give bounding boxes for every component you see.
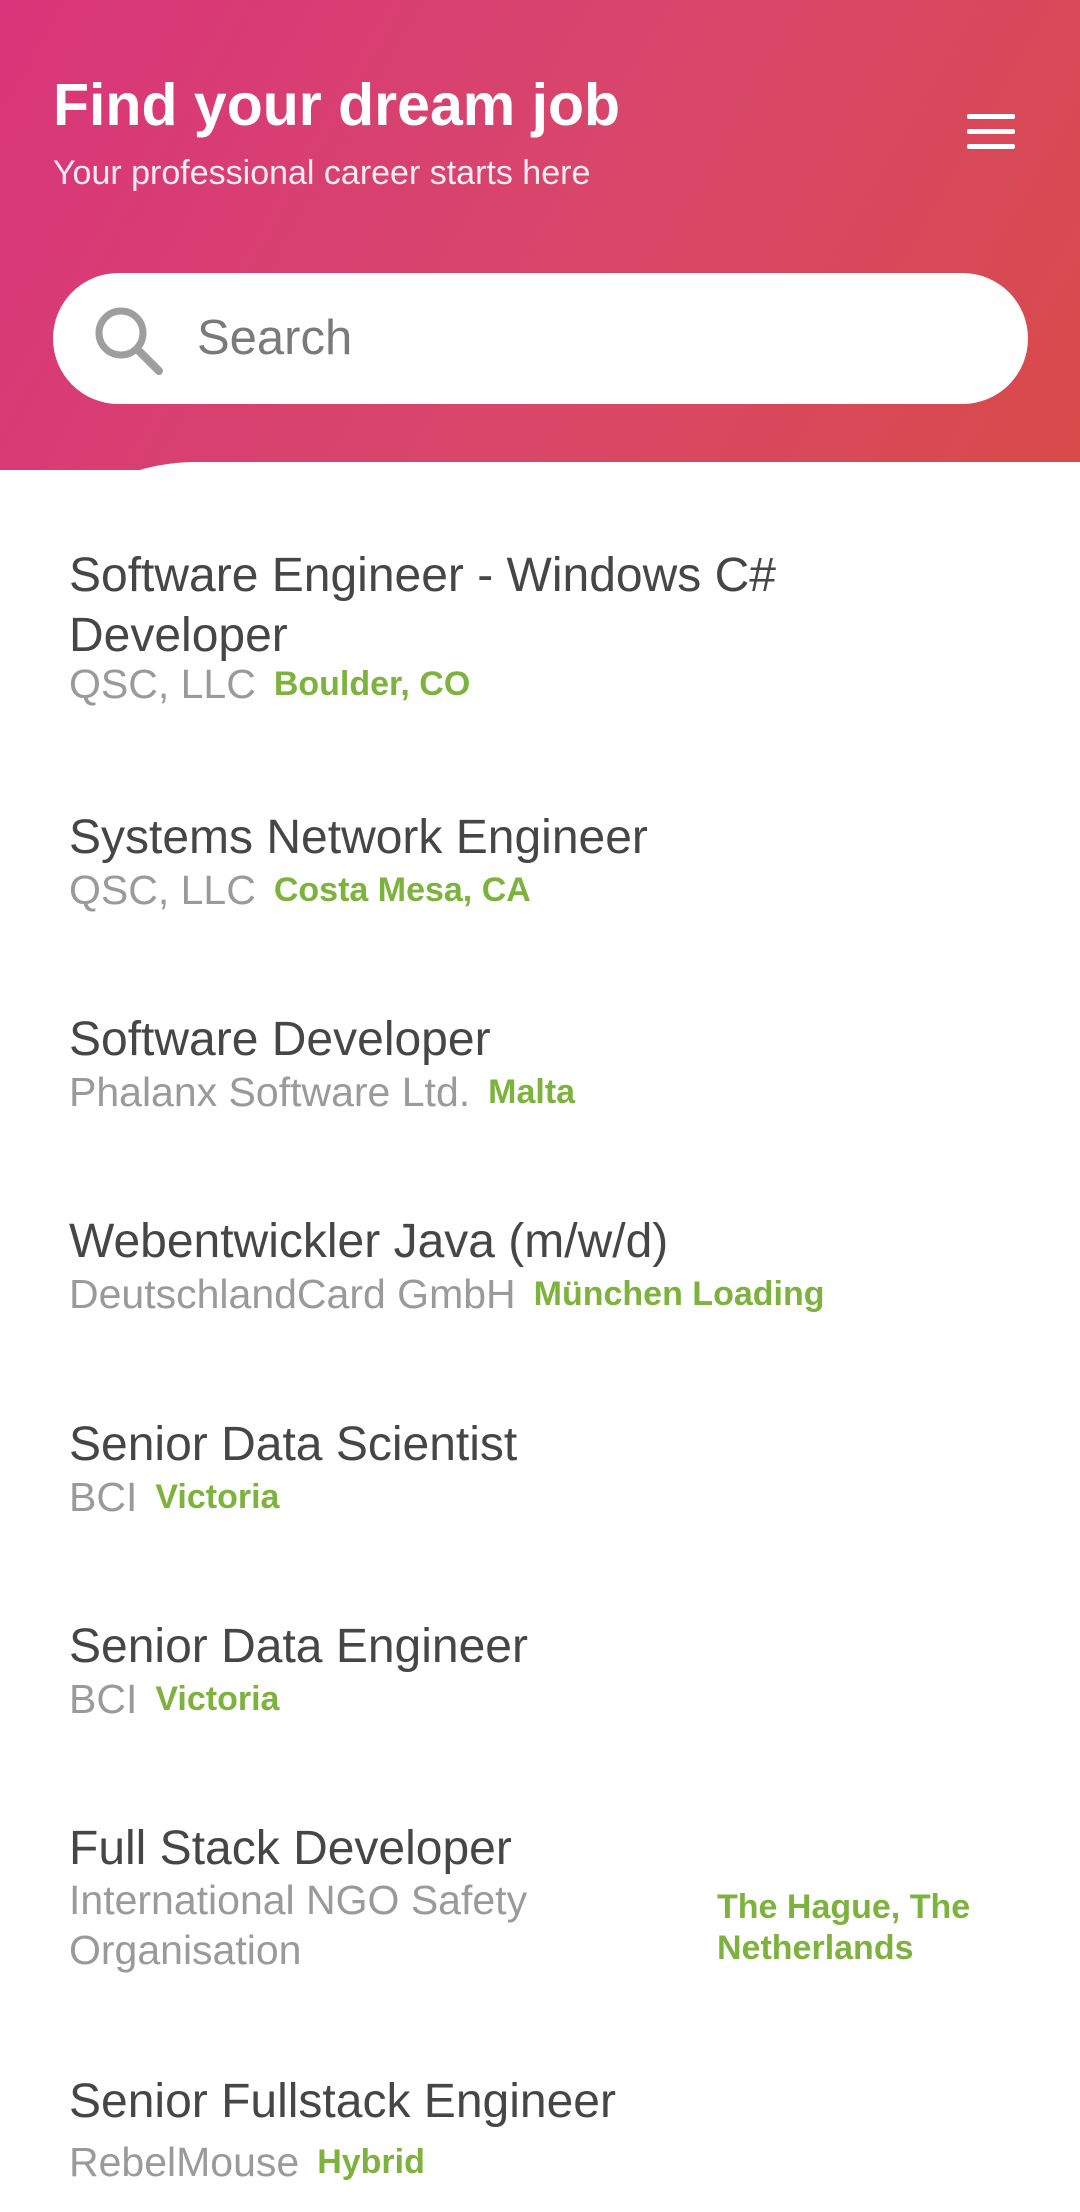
header-banner: Find your dream job Your professional ca… — [0, 0, 1080, 470]
job-company: QSC, LLC — [69, 661, 256, 707]
page-subtitle: Your professional career starts here — [53, 154, 591, 192]
job-title: Full Stack Developer — [69, 1822, 512, 1875]
job-location: The Hague, The Netherlands — [717, 1888, 971, 1967]
job-company: BCI — [69, 1474, 138, 1520]
job-meta: RebelMouse Hybrid — [69, 2138, 425, 2186]
job-location: Hybrid — [317, 2143, 425, 2181]
job-location: Victoria — [155, 1680, 280, 1718]
job-location: München Loading — [533, 1275, 825, 1313]
job-title: Systems Network Engineer — [69, 811, 648, 864]
search-icon — [95, 307, 163, 375]
job-meta: QSC, LLC Costa Mesa, CA — [69, 866, 531, 914]
job-company: International NGO Safety Organisation — [69, 1877, 528, 1973]
job-title: Software Engineer - Windows C# Developer — [69, 549, 776, 662]
job-location: Boulder, CO — [273, 665, 471, 703]
job-title: Senior Data Scientist — [69, 1418, 518, 1471]
search-bar[interactable] — [53, 273, 1028, 404]
job-location: Victoria — [155, 1478, 280, 1516]
job-title: Software Developer — [69, 1013, 491, 1066]
job-company: BCI — [69, 1676, 138, 1722]
hamburger-menu-icon[interactable] — [963, 112, 1021, 152]
job-company: Phalanx Software Ltd. — [69, 1069, 471, 1115]
search-input[interactable] — [197, 298, 977, 378]
job-company: RebelMouse — [69, 2139, 300, 2185]
job-title: Webentwickler Java (m/w/d) — [69, 1215, 669, 1268]
job-title: Senior Data Engineer — [69, 1620, 528, 1673]
job-title: Senior Fullstack Engineer — [69, 2075, 616, 2128]
job-list-item[interactable]: Senior Data Engineer BCI Victoria — [0, 1617, 1080, 1757]
page-title: Find your dream job — [53, 72, 621, 138]
job-company: QSC, LLC — [69, 867, 256, 913]
job-meta: QSC, LLC Boulder, CO — [69, 660, 470, 708]
job-list-item[interactable]: Senior Fullstack Engineer RebelMouse Hybr… — [0, 2072, 1080, 2212]
job-list-item[interactable]: Webentwickler Java (m/w/d) DeutschlandCa… — [0, 1212, 1080, 1352]
job-location: Costa Mesa, CA — [273, 871, 531, 909]
job-company: DeutschlandCard GmbH — [69, 1271, 516, 1317]
job-list-item[interactable]: Senior Data Scientist BCI Victoria — [0, 1415, 1080, 1555]
job-list: Software Engineer - Windows C# Developer… — [0, 462, 1080, 2185]
job-location: Malta — [488, 1073, 576, 1111]
job-meta: BCI Victoria — [69, 1473, 279, 1521]
job-list-item[interactable]: Software Developer Phalanx Software Ltd.… — [0, 1010, 1080, 1150]
job-meta: BCI Victoria — [69, 1675, 279, 1723]
job-meta: Phalanx Software Ltd. Malta — [69, 1068, 575, 1116]
job-meta: DeutschlandCard GmbH München Loading — [69, 1270, 825, 1318]
job-list-item[interactable]: Systems Network Engineer QSC, LLC Costa M… — [0, 808, 1080, 948]
job-list-item[interactable]: Full Stack Developer International NGO S… — [0, 1819, 1080, 2019]
job-list-item[interactable]: Software Engineer - Windows C# Developer… — [0, 546, 1080, 736]
